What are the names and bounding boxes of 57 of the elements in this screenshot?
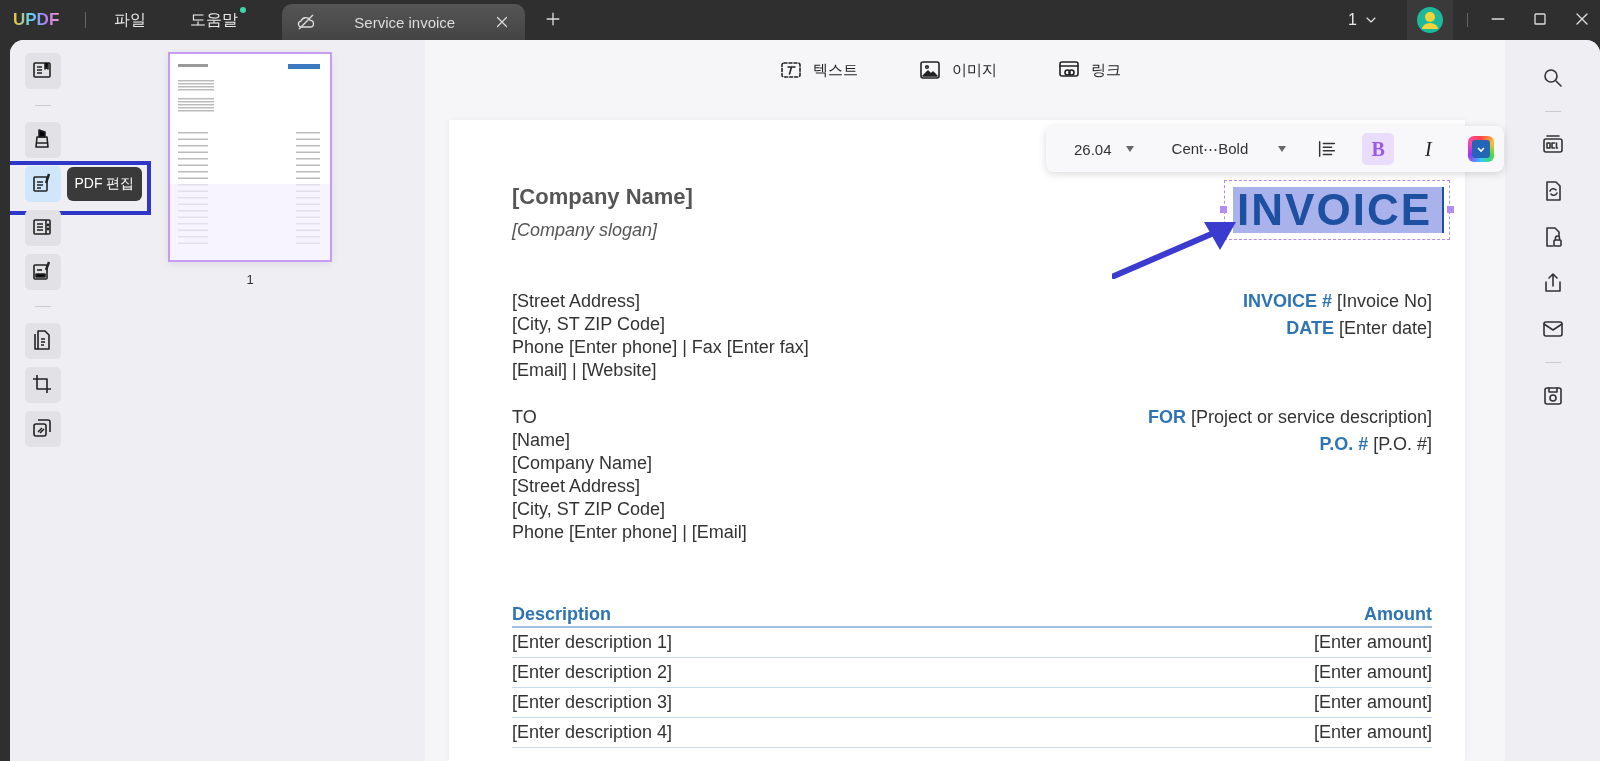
- field-value: [P.O. #]: [1373, 434, 1432, 454]
- address-line: [City, ST ZIP Code]: [512, 313, 667, 336]
- company-slogan: [Company slogan]: [512, 219, 659, 242]
- cloud-off-icon: [296, 12, 317, 32]
- menu-item[interactable]: 도움말: [190, 9, 239, 31]
- page-thumbnail[interactable]: [168, 52, 332, 262]
- page-number: 1: [246, 272, 254, 287]
- field-label: P.O. #: [1319, 434, 1369, 454]
- crop-icon[interactable]: [24, 367, 61, 403]
- toolbar-button[interactable]: 링크: [1053, 54, 1125, 86]
- color-picker[interactable]: [1468, 136, 1495, 162]
- menu-item[interactable]: 파일: [114, 9, 147, 31]
- address-line: [Email] | [Website]: [512, 359, 658, 382]
- field-label: FOR: [1147, 407, 1186, 427]
- toolbar-button[interactable]: 텍스트: [775, 54, 862, 86]
- form-pen-icon[interactable]: [24, 254, 61, 290]
- table-cell-text: [Enter amount]: [1313, 631, 1432, 654]
- field-value: [Invoice No]: [1336, 291, 1432, 311]
- table-cell-text: [Enter amount]: [1313, 691, 1432, 714]
- page-indicator[interactable]: 1: [1348, 11, 1379, 29]
- recipient-line: Phone [Enter phone] | [Email]: [512, 521, 747, 544]
- address-line: [Street Address]: [512, 290, 642, 313]
- document-tab[interactable]: Service invoice: [282, 4, 526, 40]
- italic-button[interactable]: I: [1412, 133, 1445, 165]
- font-size-dropdown[interactable]: 26.04: [1074, 140, 1134, 158]
- field-value: [Project or service description]: [1190, 407, 1432, 427]
- toolbar-button[interactable]: 이미지: [914, 54, 1001, 86]
- table-cell-text: [Enter description 3]: [512, 691, 673, 714]
- table-cell-text: [Enter description 1]: [512, 631, 673, 654]
- invoice-title[interactable]: INVOICE: [1233, 187, 1444, 233]
- column-header: Description: [512, 603, 612, 626]
- address-line: Phone [Enter phone] | Fax [Enter fax]: [512, 336, 809, 359]
- field-value: [Enter date]: [1338, 318, 1432, 338]
- field-label: DATE: [1286, 318, 1334, 338]
- highlighter-icon[interactable]: [24, 122, 61, 158]
- recipient-line: TO: [512, 406, 538, 429]
- recipient-line: [Street Address]: [512, 475, 642, 498]
- table-cell-text: [Enter amount]: [1313, 721, 1432, 744]
- company-name: [Company Name]: [512, 183, 693, 211]
- layers-icon[interactable]: [24, 411, 61, 447]
- chevron-down-icon: [1476, 144, 1487, 154]
- edit-pen-icon[interactable]: [24, 166, 61, 202]
- pages-icon[interactable]: [24, 323, 61, 359]
- recipient-line: [Company Name]: [512, 452, 654, 475]
- column-header: Amount: [1364, 603, 1432, 626]
- avatar-icon[interactable]: [1417, 7, 1443, 33]
- font-dropdown[interactable]: Cent⋯Bold: [1171, 140, 1287, 158]
- columns-icon[interactable]: [24, 210, 61, 246]
- image-tool-icon: [918, 58, 942, 82]
- reader-icon[interactable]: [24, 53, 61, 89]
- table-cell-text: [Enter amount]: [1313, 661, 1432, 684]
- table-cell-text: [Enter description 4]: [512, 721, 673, 744]
- field-label: INVOICE #: [1242, 291, 1332, 311]
- tooltip: PDF 편집: [66, 167, 143, 201]
- recipient-line: [Name]: [512, 429, 572, 452]
- recipient-line: [City, ST ZIP Code]: [512, 498, 667, 521]
- table-cell-text: [Enter description 2]: [512, 661, 673, 684]
